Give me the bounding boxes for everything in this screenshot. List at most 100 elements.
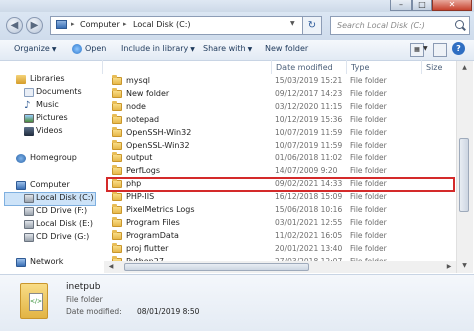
file-date: 01/06/2018 11:02 [275, 153, 343, 163]
table-row[interactable]: PHP-IIS 16/12/2018 15:09 File folder [104, 191, 454, 204]
column-header-type[interactable]: Type [351, 63, 369, 72]
file-type: File folder [350, 217, 387, 227]
forward-icon[interactable]: ▶ [26, 17, 43, 34]
file-date: 15/03/2019 15:21 [275, 76, 343, 85]
library-icon [16, 75, 26, 84]
file-type: File folder [350, 166, 387, 176]
file-name: node [126, 101, 146, 111]
nav-homegroup[interactable]: Homegroup [0, 153, 100, 165]
file-type: File folder [350, 88, 387, 98]
pictures-icon [24, 114, 34, 123]
nav-computer[interactable]: Computer [0, 180, 100, 192]
folder-icon [112, 139, 122, 150]
breadcrumb-computer[interactable]: Computer [80, 20, 120, 29]
scroll-left-icon[interactable]: ◀ [104, 261, 118, 273]
horizontal-scroll-thumb[interactable] [124, 263, 309, 271]
scroll-down-icon[interactable]: ▼ [457, 260, 472, 272]
folder-icon [112, 100, 122, 111]
view-dropdown-icon[interactable]: ▼ [423, 45, 428, 52]
file-name: ProgramData [126, 230, 179, 240]
maximize-button[interactable]: □ [412, 0, 432, 11]
drive-icon [24, 194, 34, 203]
file-date: 09/12/2017 14:23 [275, 88, 343, 98]
file-date: 10/12/2019 15:36 [275, 114, 343, 124]
details-name: inetpub [66, 282, 101, 292]
table-row[interactable]: New folder 09/12/2017 14:23 File folder [104, 87, 454, 101]
file-date: 10/07/2019 11:59 [275, 127, 343, 137]
file-type: File folder [350, 114, 387, 124]
details-date-label: Date modified: [66, 307, 122, 316]
file-name: mysql [126, 76, 150, 85]
folder-icon [112, 191, 122, 202]
table-row[interactable]: proj flutter 20/01/2021 13:40 File folder [104, 242, 454, 256]
back-icon[interactable]: ◀ [6, 17, 23, 34]
file-date: 20/01/2021 13:40 [275, 243, 343, 253]
new-folder-button[interactable]: New folder [265, 44, 308, 53]
view-options-icon[interactable]: ▦ [410, 43, 424, 57]
table-row[interactable]: Program Files 03/01/2021 12:55 File folder [104, 216, 454, 230]
table-row[interactable]: OpenSSL-Win32 10/07/2019 11:59 File folder [104, 139, 454, 153]
breadcrumb-local-disk[interactable]: Local Disk (C:) [133, 20, 191, 29]
open-button[interactable]: Open [85, 44, 106, 53]
scroll-up-icon[interactable]: ▲ [457, 62, 472, 74]
scroll-right-icon[interactable]: ▶ [442, 261, 456, 273]
table-row[interactable]: ProgramData 11/02/2021 16:05 File folder [104, 229, 454, 243]
table-row[interactable]: mysql 15/03/2019 15:21 File folder [104, 75, 454, 88]
folder-icon: </> [20, 283, 48, 319]
search-icon [455, 20, 464, 29]
file-type: File folder [350, 101, 387, 111]
table-row[interactable]: OpenSSH-Win32 10/07/2019 11:59 File folder [104, 126, 454, 140]
refresh-icon[interactable]: ↻ [303, 16, 322, 35]
minimize-button[interactable]: – [390, 0, 412, 11]
vertical-scroll-thumb[interactable] [459, 138, 469, 212]
file-name: proj flutter [126, 243, 169, 253]
table-row[interactable]: node 03/12/2020 11:15 File folder [104, 100, 454, 114]
nav-network[interactable]: Network [0, 257, 100, 269]
nav-music[interactable]: ♪ Music [0, 100, 100, 112]
nav-pictures[interactable]: Pictures [0, 113, 100, 125]
file-type: File folder [350, 205, 387, 214]
search-input[interactable]: Search Local Disk (C:) [330, 16, 470, 35]
organize-button[interactable]: Organize ▼ [14, 44, 56, 53]
computer-icon [16, 181, 26, 190]
file-type: File folder [350, 140, 387, 150]
include-in-library-button[interactable]: Include in library ▼ [121, 44, 195, 53]
nav-videos[interactable]: Videos [0, 126, 100, 138]
file-date: 10/07/2019 11:59 [275, 140, 343, 150]
file-type: File folder [350, 127, 387, 137]
details-date-value: 08/01/2019 8:50 [137, 307, 200, 316]
nav-libraries[interactable]: Libraries [0, 74, 100, 86]
folder-icon [112, 216, 122, 227]
code-file-icon: </> [29, 293, 43, 311]
file-type: File folder [350, 153, 387, 163]
share-with-button[interactable]: Share with ▼ [203, 44, 252, 53]
nav-local-disk-e[interactable]: Local Disk (E:) [0, 219, 100, 231]
column-header-size[interactable]: Size [426, 63, 442, 72]
address-bar[interactable]: ▸ Computer ▸ Local Disk (C:) ▼ [50, 16, 303, 35]
nav-cd-drive-g[interactable]: CD Drive (G:) [0, 232, 100, 244]
table-row[interactable]: PixelMetrics Logs 15/06/2018 10:16 File fo… [104, 204, 454, 217]
file-name: output [126, 153, 153, 163]
close-button[interactable]: ✕ [432, 0, 472, 11]
table-row[interactable]: notepad 10/12/2019 15:36 File folder [104, 113, 454, 127]
file-name: OpenSSH-Win32 [126, 127, 192, 137]
address-dropdown-icon[interactable]: ▼ [290, 20, 295, 27]
table-row[interactable]: output 01/06/2018 11:02 File folder [104, 152, 454, 165]
file-name: PixelMetrics Logs [126, 205, 195, 214]
column-header-date[interactable]: Date modified [276, 63, 333, 72]
homegroup-icon [16, 154, 26, 163]
file-name: PHP-IIS [126, 192, 155, 202]
nav-cd-drive-f[interactable]: CD Drive (F:) [0, 206, 100, 218]
nav-local-disk-c[interactable]: Local Disk (C:) [0, 193, 100, 205]
preview-pane-icon[interactable] [433, 43, 447, 57]
help-icon[interactable]: ? [452, 42, 465, 55]
file-date: 03/01/2021 12:55 [275, 217, 343, 227]
computer-icon [56, 20, 67, 29]
folder-icon [112, 204, 122, 214]
drive-icon [24, 220, 34, 229]
details-pane: </> inetpub File folder Date modified: 0… [0, 274, 474, 331]
nav-documents[interactable]: Documents [0, 87, 100, 99]
details-type: File folder [66, 295, 103, 304]
folder-icon [112, 87, 122, 98]
network-icon [16, 258, 26, 267]
